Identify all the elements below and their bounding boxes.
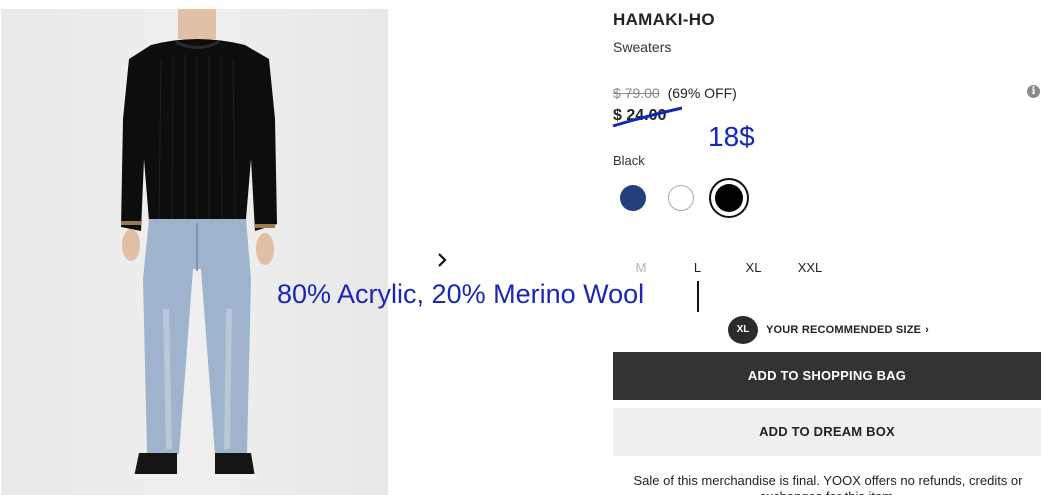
add-to-shopping-bag-button[interactable]: ADD TO SHOPPING BAG: [613, 352, 1041, 400]
text-cursor: [697, 281, 699, 312]
carousel-next-button[interactable]: [432, 250, 452, 270]
chevron-right-icon: ›: [925, 324, 929, 336]
annotation-new-price: 18$: [708, 121, 755, 152]
model-illustration: [121, 9, 277, 479]
color-swatch-black[interactable]: [715, 184, 743, 212]
product-category: Sweaters: [613, 39, 672, 55]
size-option-xxl[interactable]: XXL: [774, 260, 846, 275]
selected-color-label: Black: [613, 153, 645, 168]
size-option-m[interactable]: M: [620, 260, 662, 275]
price-row: $ 79.00 (69% OFF): [613, 85, 737, 101]
info-icon[interactable]: i: [1027, 85, 1040, 98]
discount-label: (69% OFF): [667, 85, 737, 101]
annotation-composition-text: 80% Acrylic, 20% Merino Wool: [277, 279, 645, 309]
product-page: HAMAKI-HO Sweaters $ 79.00 (69% OFF) i $…: [0, 0, 1043, 495]
brand-name[interactable]: HAMAKI-HO: [613, 10, 715, 30]
original-price: $ 79.00: [613, 85, 660, 101]
chevron-right-icon: [438, 253, 447, 267]
size-selector: M L XL XXL: [620, 260, 846, 275]
color-swatch-white[interactable]: [668, 185, 694, 211]
final-sale-disclaimer: Sale of this merchandise is final. YOOX …: [633, 473, 1023, 495]
recommended-size-label: YOUR RECOMMENDED SIZE: [766, 324, 922, 336]
recommended-size-link[interactable]: XL YOUR RECOMMENDED SIZE ›: [728, 316, 929, 344]
price-strikethrough-mark: [612, 106, 683, 128]
product-image[interactable]: [1, 9, 388, 495]
color-swatch-navy[interactable]: [620, 185, 646, 211]
add-to-dream-box-button[interactable]: ADD TO DREAM BOX: [613, 408, 1041, 456]
size-option-xl[interactable]: XL: [733, 260, 774, 275]
size-option-l[interactable]: L: [662, 260, 733, 275]
recommended-size-badge: XL: [728, 316, 758, 344]
